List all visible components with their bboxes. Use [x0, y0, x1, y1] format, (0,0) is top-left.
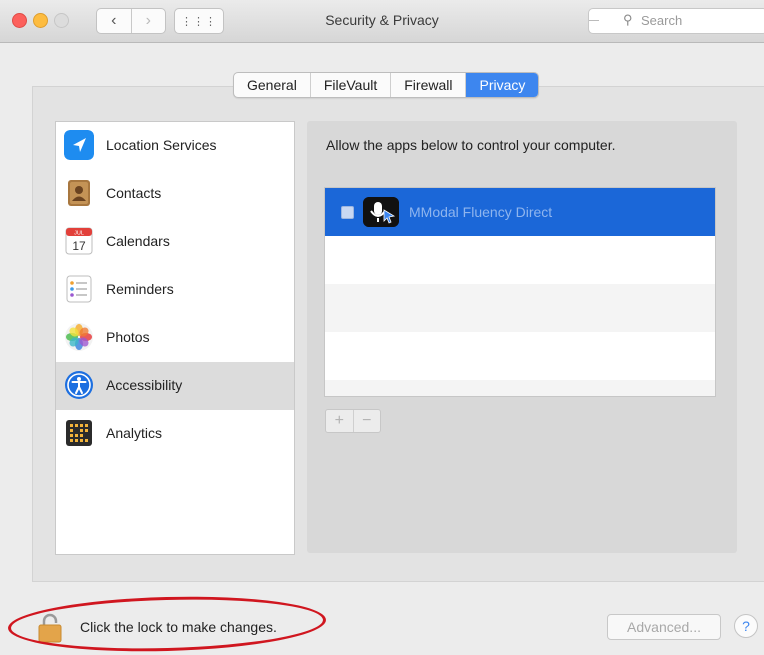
app-list: MModal Fluency Direct: [324, 187, 716, 397]
calendar-day: 17: [72, 239, 86, 253]
search-placeholder: Search: [641, 13, 683, 28]
sidebar-item-analytics[interactable]: Analytics: [56, 410, 294, 458]
add-remove-buttons: + −: [325, 409, 381, 433]
search-icon: ⚲: [623, 12, 633, 27]
empty-row: [325, 380, 715, 396]
calendar-icon: JUL 17: [65, 227, 93, 255]
app-row-mmodal[interactable]: MModal Fluency Direct: [325, 188, 715, 236]
search-field[interactable]: ⚲ Search: [588, 8, 764, 34]
sidebar-item-contacts[interactable]: Contacts: [56, 170, 294, 218]
sidebar-item-label: Calendars: [106, 233, 170, 249]
remove-app-button[interactable]: −: [352, 410, 381, 432]
tab-privacy[interactable]: Privacy: [466, 73, 539, 97]
advanced-button[interactable]: Advanced...: [607, 614, 721, 640]
sidebar-item-location-services[interactable]: Location Services: [56, 122, 294, 170]
accessibility-icon: [65, 371, 93, 399]
search-field-edge: [589, 20, 599, 21]
tab-firewall[interactable]: Firewall: [391, 73, 467, 97]
tab-filevault[interactable]: FileVault: [311, 73, 392, 97]
privacy-category-list: Location Services Contacts JUL 17 Calend…: [55, 121, 295, 555]
photos-flower-icon: [65, 323, 93, 351]
red-annotation-ellipse: [7, 592, 327, 655]
sidebar-item-label: Reminders: [106, 281, 174, 297]
tab-general[interactable]: General: [234, 73, 311, 97]
sidebar-item-label: Accessibility: [106, 377, 183, 393]
sidebar-item-label: Contacts: [106, 185, 162, 201]
sidebar-item-photos[interactable]: Photos: [56, 314, 294, 362]
empty-row: [325, 236, 715, 284]
help-button[interactable]: ?: [734, 614, 758, 638]
sidebar-item-label: Photos: [106, 329, 150, 345]
empty-row: [325, 332, 715, 380]
analytics-icon: [66, 420, 92, 446]
contacts-book-icon: [68, 180, 90, 206]
app-name: MModal Fluency Direct: [409, 204, 553, 220]
tab-bar: General FileVault Firewall Privacy: [233, 72, 540, 98]
add-app-button[interactable]: +: [326, 410, 353, 432]
calendar-month: JUL: [74, 231, 84, 237]
sidebar-item-accessibility[interactable]: Accessibility: [56, 362, 294, 410]
location-arrow-icon: [64, 130, 94, 160]
sidebar-item-calendars[interactable]: JUL 17 Calendars: [56, 218, 294, 266]
app-enable-checkbox[interactable]: [341, 206, 354, 219]
privacy-description: Allow the apps below to control your com…: [326, 137, 616, 153]
reminders-list-icon: [66, 275, 92, 303]
sidebar-item-label: Analytics: [106, 425, 163, 441]
title-bar: ‹ › ⋮⋮⋮ Security & Privacy ⚲ Search: [0, 0, 764, 43]
sidebar-item-label: Location Services: [106, 137, 217, 153]
empty-row: [325, 284, 715, 332]
sidebar-item-reminders[interactable]: Reminders: [56, 266, 294, 314]
microphone-cursor-icon: [363, 197, 399, 227]
